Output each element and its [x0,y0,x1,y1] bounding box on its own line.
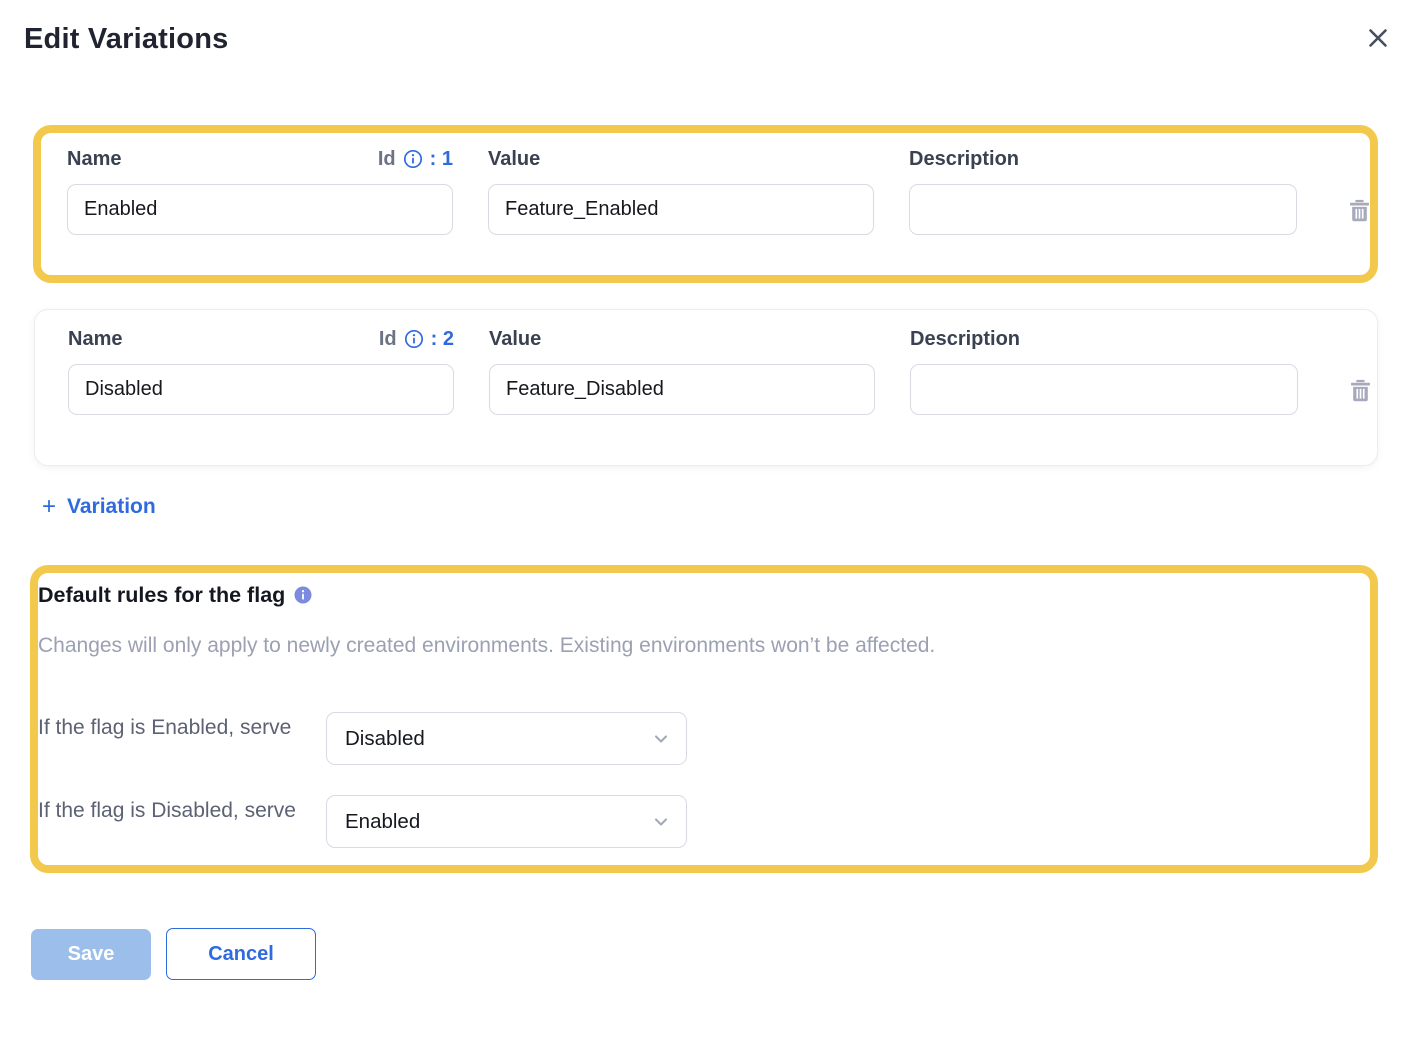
default-rules-title: Default rules for the flag [38,582,285,608]
id-label: Id [378,148,396,171]
variation-name-input[interactable] [67,184,453,235]
id-value: : 1 [430,148,453,171]
info-filled-icon[interactable] [294,586,312,604]
description-label: Description [910,328,1020,351]
rule-label: If the flag is Enabled, serve [38,712,326,742]
plus-icon: + [42,495,56,519]
delete-variation-button[interactable] [1346,197,1373,224]
trash-icon [1347,392,1374,407]
select-value: Enabled [345,810,420,834]
info-icon[interactable] [403,149,423,169]
id-value: : 2 [431,328,454,351]
modal-footer: Save Cancel [31,928,1420,980]
id-label: Id [379,328,397,351]
serve-select-disabled[interactable]: Enabled [326,795,687,848]
rule-label: If the flag is Disabled, serve [38,795,326,825]
description-field-group: Description [910,327,1298,415]
variation-description-input[interactable] [909,184,1297,235]
edit-variations-modal: Edit Variations Name Id : 1 [0,0,1420,1038]
name-label: Name [67,148,121,171]
default-rules-note: Changes will only apply to newly created… [38,633,1350,658]
add-variation-button[interactable]: + Variation [42,495,156,519]
value-label: Value [488,148,540,171]
variation-card-2: Name Id : 2 Value [34,309,1378,466]
delete-variation-button[interactable] [1347,377,1374,404]
value-field-group: Value [489,327,875,415]
value-label: Value [489,328,541,351]
default-rules-card: Default rules for the flag Changes will … [30,565,1378,873]
variation-value-input[interactable] [489,364,875,415]
close-icon [1366,38,1390,53]
description-field-group: Description [909,147,1297,235]
close-button[interactable] [1362,22,1394,54]
page-title: Edit Variations [24,22,228,56]
rule-row-disabled: If the flag is Disabled, serve Enabled [38,795,1350,848]
rule-row-enabled: If the flag is Enabled, serve Disabled [38,712,1350,765]
value-field-group: Value [488,147,874,235]
serve-select-enabled[interactable]: Disabled [326,712,687,765]
description-label: Description [909,148,1019,171]
cancel-button[interactable]: Cancel [166,928,316,980]
variation-description-input[interactable] [910,364,1298,415]
save-button[interactable]: Save [31,929,151,980]
chevron-down-icon [652,813,670,831]
variation-card-1: Name Id : 1 Value [33,125,1378,283]
select-value: Disabled [345,727,425,751]
name-field-group: Name Id : 2 [68,327,454,415]
variation-value-input[interactable] [488,184,874,235]
info-icon[interactable] [404,329,424,349]
name-label: Name [68,328,122,351]
trash-icon [1346,212,1373,227]
add-variation-label: Variation [67,495,156,519]
modal-header: Edit Variations [0,0,1420,56]
chevron-down-icon [652,730,670,748]
name-field-group: Name Id : 1 [67,147,453,235]
variation-name-input[interactable] [68,364,454,415]
